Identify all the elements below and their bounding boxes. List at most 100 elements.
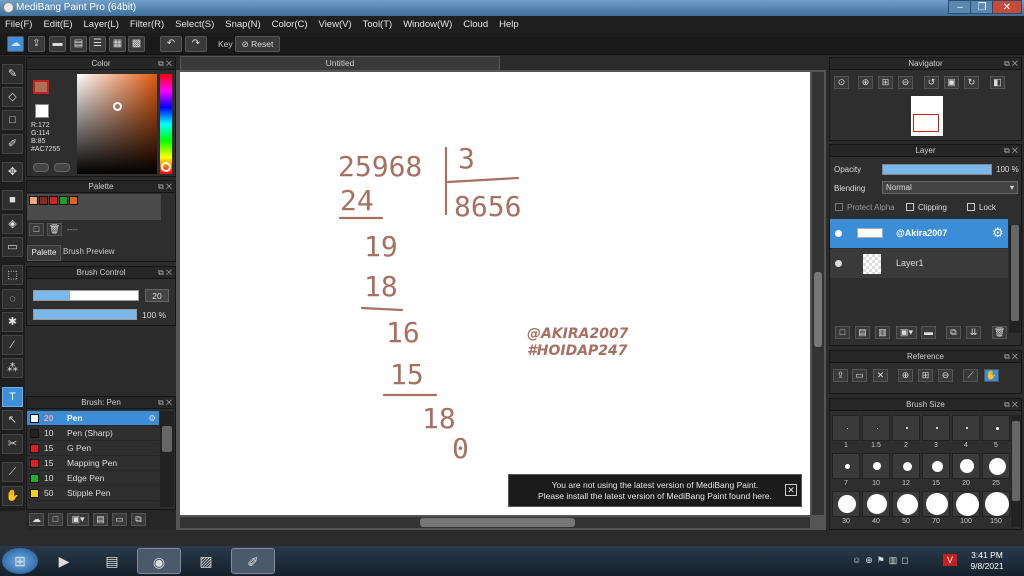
hue-slider-handle[interactable] (161, 162, 171, 172)
duplicate-layer-icon[interactable]: ⧉ (946, 326, 961, 339)
merge-down-icon[interactable]: ⇊ (966, 326, 981, 339)
brush-size-option[interactable] (982, 491, 1010, 517)
brush-opacity-slider[interactable] (33, 309, 137, 320)
brush-item[interactable]: 15 G Pen (27, 441, 159, 456)
start-button[interactable]: ⊞ (2, 548, 38, 574)
reset-view-icon[interactable]: ▣ (944, 76, 959, 89)
clock[interactable]: 3:41 PM 9/8/2021 (962, 550, 1012, 572)
color-eyedrop-icon[interactable] (54, 163, 70, 172)
brush-size-option[interactable] (982, 415, 1010, 441)
hue-slider[interactable] (160, 74, 172, 174)
lock-checkbox[interactable] (967, 203, 975, 211)
paint-app-icon[interactable]: ▨ (184, 548, 228, 574)
brush-size-option[interactable] (832, 415, 860, 441)
operation-tool-icon[interactable]: ↖ (2, 410, 23, 430)
layer-row[interactable]: Layer1 (830, 249, 1008, 278)
antivirus-icon[interactable]: V (943, 554, 957, 566)
trash-icon[interactable]: 🗑 (992, 326, 1007, 339)
menu-edit[interactable]: Edit(E) (43, 19, 72, 30)
panel-close-icon[interactable]: ⧉ ✕ (158, 181, 172, 193)
media-player-icon[interactable]: ▶ (42, 548, 86, 574)
brush-item[interactable]: 10 Edge Pen (27, 471, 159, 486)
menu-window[interactable]: Window(W) (403, 19, 452, 30)
brush-list-scrollbar[interactable] (160, 411, 174, 507)
foreground-color-swatch[interactable] (33, 80, 49, 94)
layer-row-selected[interactable]: @Akira2007 ⚙ (830, 219, 1008, 248)
palette-swatch[interactable] (59, 196, 68, 205)
blending-select[interactable]: Normal ▾ (882, 181, 1018, 194)
new-brush-icon[interactable]: □ (48, 513, 63, 526)
brush-item[interactable]: 10 Pen (Sharp) (27, 426, 159, 441)
text-tool-icon[interactable]: T (2, 387, 23, 407)
palette-swatch[interactable] (69, 196, 78, 205)
select-eraser-tool-icon[interactable]: ⁂ (2, 358, 23, 378)
panel-close-icon[interactable]: ⧉ ✕ (158, 58, 172, 70)
eyedropper-icon[interactable]: ⟋ (963, 369, 978, 382)
eraser-tool-icon[interactable]: ◇ (2, 87, 23, 107)
panel-close-icon[interactable]: ⧉ ✕ (1004, 399, 1018, 411)
rotate-right-icon[interactable]: ↻ (964, 76, 979, 89)
brush-settings-icon[interactable]: ▤ (93, 513, 108, 526)
brush-item[interactable]: 15 Mapping Pen (27, 456, 159, 471)
brush-size-option[interactable] (832, 453, 860, 479)
add-layer-menu-icon[interactable]: ▣▾ (896, 326, 917, 339)
palette-swatch[interactable] (39, 196, 48, 205)
navigator-thumbnail[interactable] (911, 96, 943, 136)
cloud-brush-icon[interactable]: ☁ (29, 513, 44, 526)
brush-size-option[interactable] (862, 491, 890, 517)
pen-line-tool-icon[interactable]: ✐ (2, 134, 23, 154)
brush-size-option[interactable] (832, 491, 860, 517)
color-mode-icon[interactable] (33, 163, 49, 172)
brush-size-option[interactable] (922, 453, 950, 479)
cloud-icon[interactable]: ☁ (7, 36, 24, 52)
menu-file[interactable]: File(F) (5, 19, 32, 30)
select-tool-icon[interactable]: ⬚ (2, 265, 23, 285)
menu-view[interactable]: View(V) (319, 19, 352, 30)
comment-icon[interactable]: ▬ (49, 36, 66, 52)
panel-close-icon[interactable]: ⧉ ✕ (158, 397, 172, 409)
panel-icon[interactable]: ▦ (109, 36, 126, 52)
medibang-icon[interactable]: ✐ (231, 548, 275, 574)
undo-button[interactable]: ↶ (160, 36, 182, 52)
menu-filter[interactable]: Filter(R) (130, 19, 164, 30)
close-icon[interactable]: ✕ (873, 369, 888, 382)
hand-icon[interactable]: ✋ (984, 369, 999, 382)
duplicate-icon[interactable]: ⧉ (131, 513, 146, 526)
brush-size-value[interactable]: 20 (145, 289, 169, 302)
gear-icon[interactable]: ⚙ (992, 225, 1004, 241)
menu-snap[interactable]: Snap(N) (225, 19, 260, 30)
chrome-icon[interactable]: ◉ (137, 548, 181, 574)
new-8bit-layer-icon[interactable]: ▥ (875, 326, 890, 339)
flip-icon[interactable]: ◧ (990, 76, 1005, 89)
brush-size-option[interactable] (892, 453, 920, 479)
brush-size-option[interactable] (862, 415, 890, 441)
zoom-out-icon[interactable]: ⊖ (898, 76, 913, 89)
update-notice[interactable]: You are not using the latest version of … (508, 474, 802, 507)
open-folder-icon[interactable]: ▭ (852, 369, 867, 382)
maximize-button[interactable]: ❐ (970, 0, 994, 14)
system-tray-icons[interactable]: ☺⊕⚑▥◻ (852, 555, 913, 566)
clipping-checkbox[interactable] (906, 203, 914, 211)
zoom-in-icon[interactable]: ⊕ (898, 369, 913, 382)
brush-size-option[interactable] (952, 491, 980, 517)
folder-icon[interactable]: ▭ (112, 513, 127, 526)
menu-cloud[interactable]: Cloud (463, 19, 488, 30)
dot-tool-icon[interactable]: □ (2, 110, 23, 130)
vertical-scrollbar[interactable] (812, 72, 824, 515)
add-palette-icon[interactable]: □ (29, 223, 44, 236)
zoom-icon[interactable]: ⊙ (834, 76, 849, 89)
fit-icon[interactable]: ⊞ (918, 369, 933, 382)
menu-help[interactable]: Help (499, 19, 519, 30)
close-button[interactable]: ✕ (992, 0, 1022, 14)
brush-item[interactable]: 20 Pen ⚙ (27, 411, 159, 426)
brush-size-option[interactable] (892, 491, 920, 517)
rotate-left-icon[interactable]: ↺ (924, 76, 939, 89)
magic-wand-tool-icon[interactable]: ✱ (2, 312, 23, 332)
brush-size-option[interactable] (922, 415, 950, 441)
fit-icon[interactable]: ⊞ (878, 76, 893, 89)
tab-palette[interactable]: Palette (27, 245, 61, 261)
reset-button[interactable]: ⊘ Reset (235, 36, 280, 52)
brush-size-option[interactable] (952, 415, 980, 441)
zoom-in-icon[interactable]: ⊕ (858, 76, 873, 89)
divide-tool-icon[interactable]: ✂ (2, 434, 23, 454)
